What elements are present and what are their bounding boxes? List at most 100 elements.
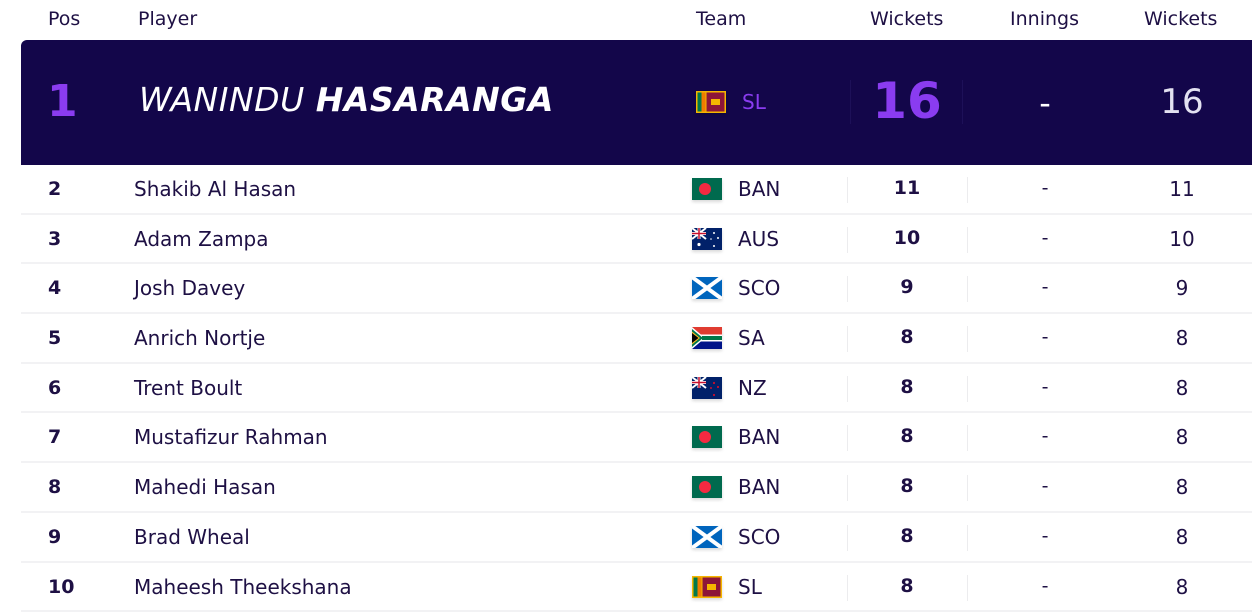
divider [967, 276, 968, 303]
player-name[interactable]: Mahedi Hasan [134, 475, 276, 499]
australia-flag-icon [692, 227, 722, 250]
header-player: Player [138, 8, 198, 30]
leader-first-name: WANINDU [139, 80, 305, 119]
player-name[interactable]: Shakib Al Hasan [134, 177, 296, 201]
player-name[interactable]: Maheesh Theekshana [134, 575, 352, 599]
wickets-value: 10 [893, 226, 921, 249]
innings-value: - [1041, 425, 1049, 448]
innings-value: - [1041, 326, 1049, 349]
wickets-value: 11 [893, 177, 921, 199]
table-row[interactable]: 10 Maheesh Theekshana SL 8 - 8 [21, 563, 1252, 612]
table-row[interactable]: 6 Trent Boult NZ 8 - 8 [21, 364, 1252, 414]
new-zealand-flag-icon [692, 376, 722, 399]
player-name[interactable]: Anrich Nortje [134, 326, 265, 350]
team-code: AUS [738, 226, 780, 251]
team-code: SA [738, 326, 765, 351]
bangladesh-flag-icon [692, 178, 722, 200]
divider [967, 375, 968, 402]
wickets-value: 8 [900, 375, 914, 398]
south-africa-flag-icon [692, 327, 722, 350]
innings-value: - [1041, 276, 1049, 299]
innings-value: - [1041, 524, 1049, 547]
wickets-value-2: 8 [1175, 326, 1189, 351]
team-code: BAN [738, 425, 781, 450]
leader-wickets-2: 16 [1160, 82, 1204, 122]
innings-value: - [1041, 574, 1049, 597]
leader-team: SL [742, 90, 766, 114]
row-pos: 4 [48, 277, 62, 300]
wickets-value-2: 11 [1169, 177, 1195, 201]
wickets-value: 8 [900, 326, 914, 349]
header-team: Team [696, 8, 747, 30]
innings-value: - [1041, 177, 1049, 199]
wickets-value: 8 [900, 524, 914, 547]
table-row[interactable]: 4 Josh Davey SCO 9 - 9 [21, 264, 1252, 315]
leader-last-name: HASARANGA [315, 80, 554, 119]
divider [967, 475, 968, 502]
leader-pos: 1 [47, 76, 78, 127]
row-pos: 5 [48, 327, 62, 350]
divider [967, 326, 968, 353]
leader-row[interactable]: 1 WANINDU HASARANGA SL 16 - 16 [21, 40, 1252, 165]
wickets-value-2: 8 [1175, 524, 1189, 549]
row-pos: 6 [48, 376, 62, 399]
wickets-value-2: 8 [1175, 475, 1189, 500]
row-pos: 10 [48, 575, 75, 598]
divider [967, 177, 968, 203]
table-row[interactable]: 5 Anrich Nortje SA 8 - 8 [21, 314, 1252, 364]
sri-lanka-flag-icon [692, 575, 722, 598]
player-name[interactable]: Trent Boult [134, 376, 242, 400]
team-code: BAN [738, 475, 781, 500]
wickets-value-2: 8 [1175, 375, 1189, 400]
table-row[interactable]: 3 Adam Zampa AUS 10 - 10 [21, 215, 1252, 265]
header-innings[interactable]: Innings [1010, 8, 1079, 30]
row-pos: 3 [48, 227, 62, 250]
row-pos: 7 [48, 426, 62, 449]
wickets-value-2: 8 [1175, 574, 1189, 599]
leader-name[interactable]: WANINDU HASARANGA [139, 80, 554, 119]
table-row[interactable]: 9 Brad Wheal SCO 8 - 8 [21, 513, 1252, 563]
wickets-value: 9 [900, 276, 914, 299]
team-code: BAN [738, 177, 781, 201]
header-wickets[interactable]: Wickets [870, 8, 943, 30]
divider [967, 425, 968, 452]
row-pos: 9 [48, 525, 62, 548]
row-pos: 2 [48, 178, 62, 200]
divider [962, 80, 963, 124]
wickets-value: 8 [900, 574, 914, 597]
player-list: 2 Shakib Al Hasan BAN 11 - 11 3 Adam Zampa AUS 10… [21, 165, 1252, 612]
innings-value: - [1041, 475, 1049, 498]
team-code: NZ [738, 375, 767, 400]
player-name[interactable]: Brad Wheal [134, 525, 250, 549]
header-wickets-2[interactable]: Wickets [1144, 8, 1217, 30]
wickets-value-2: 10 [1169, 226, 1195, 251]
bangladesh-flag-icon [692, 426, 722, 449]
divider [967, 226, 968, 253]
header-pos: Pos [48, 8, 81, 30]
scotland-flag-icon [692, 525, 722, 548]
bangladesh-flag-icon [692, 476, 722, 499]
player-name[interactable]: Josh Davey [134, 276, 245, 300]
table-row[interactable]: 2 Shakib Al Hasan BAN 11 - 11 [21, 165, 1252, 215]
row-pos: 8 [48, 476, 62, 499]
table-row[interactable]: 7 Mustafizur Rahman BAN 8 - 8 [21, 413, 1252, 464]
team-code: SCO [738, 276, 781, 301]
innings-value: - [1041, 226, 1049, 249]
sri-lanka-flag-icon [696, 91, 726, 113]
player-name[interactable]: Mustafizur Rahman [134, 425, 328, 449]
innings-value: - [1041, 375, 1049, 398]
wickets-value: 8 [900, 425, 914, 448]
leader-innings: - [1039, 84, 1051, 122]
table-row[interactable]: 8 Mahedi Hasan BAN 8 - 8 [21, 463, 1252, 513]
scotland-flag-icon [692, 277, 722, 300]
player-name[interactable]: Adam Zampa [134, 227, 269, 251]
team-code: SL [738, 574, 762, 599]
leader-wickets: 16 [872, 72, 942, 130]
divider [967, 574, 968, 601]
team-code: SCO [738, 524, 781, 549]
wickets-value-2: 9 [1175, 276, 1189, 301]
divider [967, 524, 968, 551]
table-header: Pos Player Team Wickets Innings Wickets [0, 0, 1252, 40]
wickets-value-2: 8 [1175, 425, 1189, 450]
wickets-value: 8 [900, 475, 914, 498]
